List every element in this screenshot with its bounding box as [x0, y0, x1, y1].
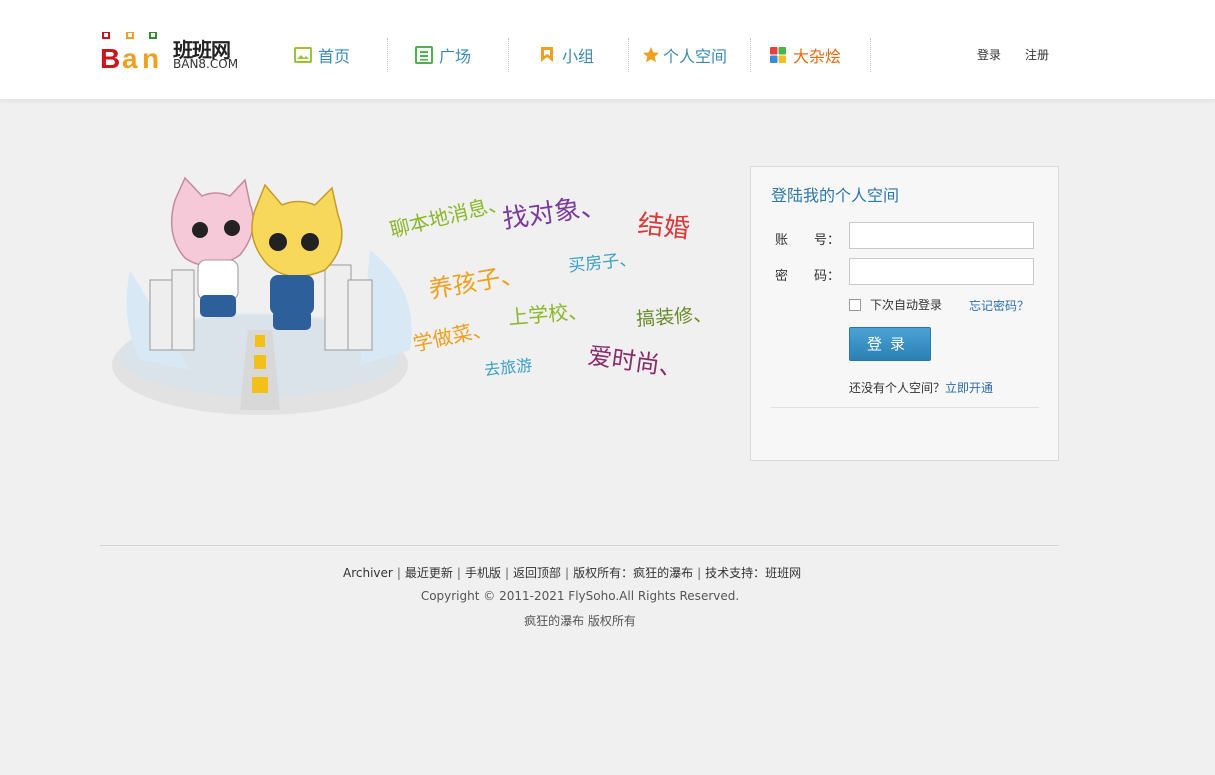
bookmark-icon — [541, 47, 553, 62]
divider — [771, 407, 1039, 408]
logo-mark: B a n — [100, 32, 159, 72]
puzzle-icon — [770, 47, 786, 63]
nav-personal-space[interactable]: 个人空间 — [642, 38, 727, 72]
nav-square[interactable]: 广场 — [415, 38, 471, 72]
footer-link-recent[interactable]: 最近更新 — [405, 566, 453, 580]
phrase-buy-house: 买房子、 — [567, 249, 638, 277]
phrase-school: 上学校、 — [507, 298, 590, 330]
nav-divider — [870, 38, 871, 72]
footer-link-top[interactable]: 返回顶部 — [513, 566, 561, 580]
site-header: B a n 班班网 BAN8.COM 首页 广场 小组 个人空间 大杂烩 登录 … — [0, 0, 1215, 100]
register-link[interactable]: 注册 — [1025, 46, 1049, 63]
logo-en-text: BAN8.COM — [173, 57, 239, 71]
account-label: 账 号： — [775, 233, 841, 248]
phrase-renovation: 搞装修、 — [635, 303, 713, 331]
footer-link-mobile[interactable]: 手机版 — [465, 566, 501, 580]
phrase-marriage: 结婚 — [636, 209, 692, 245]
footer-divider — [100, 545, 1059, 546]
list-icon — [415, 46, 433, 64]
forgot-password-link[interactable]: 忘记密码？ — [969, 297, 1029, 314]
nav-divider — [508, 38, 509, 72]
login-link[interactable]: 登录 — [977, 46, 1001, 63]
cartoon-cats-image — [112, 176, 412, 415]
phrase-raising-kids: 养孩子、 — [426, 259, 527, 305]
nav-home-label: 首页 — [318, 47, 351, 66]
login-panel: 登陆我的个人空间 账 号： 密 码： 下次自动登录 忘记密码？ 登录 还没有个人… — [750, 166, 1059, 461]
footer-link-archiver[interactable]: Archiver — [343, 566, 393, 580]
login-title: 登陆我的个人空间 — [771, 186, 900, 205]
no-account-prompt: 还没有个人空间？立即开通 — [849, 379, 993, 396]
nav-personal-space-label: 个人空间 — [663, 47, 728, 66]
phrase-travel: 去旅游 — [483, 355, 534, 380]
star-icon — [643, 47, 659, 63]
site-logo[interactable]: B a n 班班网 BAN8.COM — [100, 22, 245, 84]
remember-checkbox[interactable] — [849, 298, 861, 311]
no-account-text: 还没有个人空间？ — [849, 381, 946, 395]
nav-misc[interactable]: 大杂烩 — [769, 38, 841, 72]
nav-misc-label: 大杂烩 — [793, 47, 842, 66]
svg-text:B: B — [100, 43, 120, 72]
nav-groups-label: 小组 — [562, 47, 595, 66]
footer-link-copyright[interactable]: 版权所有：疯狂的瀑布 — [573, 566, 693, 580]
hero-illustration: 聊本地消息、 找对象、 结婚 养孩子、 买房子、 上学校、 搞装修、 学做菜、 … — [110, 170, 730, 420]
password-label: 密 码： — [775, 269, 841, 284]
remember-me[interactable]: 下次自动登录 — [849, 296, 942, 313]
svg-text:a: a — [122, 43, 138, 72]
svg-text:n: n — [142, 43, 159, 72]
nav-home[interactable]: 首页 — [294, 38, 350, 72]
password-input[interactable] — [849, 258, 1034, 285]
remember-label: 下次自动登录 — [870, 298, 943, 312]
footer-link-support[interactable]: 技术支持：班班网 — [705, 566, 801, 580]
nav-divider — [387, 38, 388, 72]
nav-groups[interactable]: 小组 — [538, 38, 594, 72]
nav-divider — [750, 38, 751, 72]
login-submit-button[interactable]: 登录 — [849, 327, 931, 361]
owner-text: 疯狂的瀑布 版权所有 — [524, 614, 636, 628]
account-input[interactable] — [849, 222, 1034, 249]
nav-square-label: 广场 — [439, 47, 472, 66]
phrase-dating: 找对象、 — [500, 190, 608, 236]
phrase-cooking: 学做菜、 — [410, 315, 494, 357]
copyright-text: Copyright © 2011-2021 FlySoho.All Rights… — [420, 589, 740, 603]
phrase-fashion: 爱时尚、 — [586, 341, 686, 383]
image-icon — [294, 47, 312, 63]
nav-divider — [628, 38, 629, 72]
signup-link[interactable]: 立即开通 — [945, 381, 993, 395]
footer-links: Archiver | 最近更新 | 手机版 | 返回顶部 | 版权所有：疯狂的瀑布 | 技术支持：班… — [343, 566, 802, 580]
